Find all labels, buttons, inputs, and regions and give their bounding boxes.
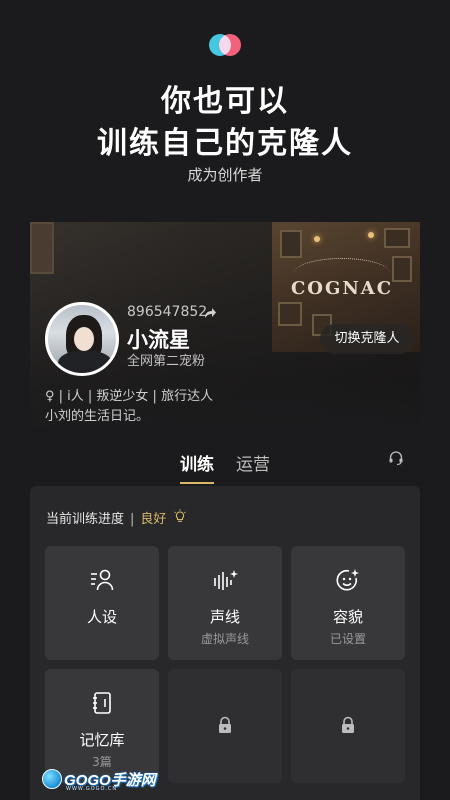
tile-label: 容貌 bbox=[332, 608, 363, 626]
share-icon[interactable] bbox=[203, 306, 217, 320]
hero-title-line2: 训练自己的克隆人 bbox=[97, 126, 353, 161]
poster-brand-text: COGNAC bbox=[290, 278, 394, 299]
lock-icon bbox=[219, 716, 231, 733]
profile-rank: 全网第二宠粉 bbox=[127, 354, 206, 369]
hero-subtitle[interactable]: 成为创作者 bbox=[0, 164, 450, 185]
tile-memory[interactable]: 记忆库 3篇 bbox=[45, 669, 159, 783]
persona-icon bbox=[91, 569, 114, 591]
hero-title-line1: 你也可以 bbox=[161, 84, 289, 119]
progress-separator: | bbox=[130, 512, 135, 527]
switch-clone-button[interactable]: 切换克隆人 bbox=[320, 324, 414, 354]
user-id: 896547852 bbox=[127, 304, 208, 320]
progress-label: 当前训练进度 bbox=[46, 512, 125, 527]
tile-persona[interactable]: 人设 bbox=[45, 546, 159, 660]
tile-label: 人设 bbox=[86, 608, 117, 626]
app-logo bbox=[209, 34, 241, 56]
background-window bbox=[30, 222, 54, 274]
tile-label: 声线 bbox=[209, 608, 240, 626]
avatar[interactable] bbox=[45, 302, 119, 376]
tile-appearance[interactable]: 容貌 已设置 bbox=[291, 546, 405, 660]
face-icon bbox=[336, 569, 359, 591]
watermark-url: WWW.GOGO.CN bbox=[66, 786, 118, 792]
tile-label: 记忆库 bbox=[79, 731, 125, 749]
customer-service-icon[interactable] bbox=[388, 450, 404, 466]
progress-value: 良好 bbox=[140, 512, 167, 527]
lock-icon bbox=[342, 716, 354, 733]
tile-status: 虚拟声线 bbox=[200, 632, 249, 646]
profile-bio: 小刘的生活日记。 bbox=[45, 409, 150, 424]
globe-icon bbox=[42, 769, 62, 789]
training-progress: 当前训练进度 | 良好 bbox=[46, 508, 166, 527]
tile-locked[interactable] bbox=[291, 669, 405, 783]
lightbulb-icon bbox=[174, 509, 186, 522]
voice-wave-icon bbox=[214, 570, 238, 590]
tab-training[interactable]: 训练 bbox=[180, 450, 214, 475]
tile-status: 已设置 bbox=[329, 632, 366, 646]
watermark-logo: GOGO手游网 WWW.GOGO.CN bbox=[42, 767, 156, 792]
tab-operation[interactable]: 运营 bbox=[236, 450, 270, 475]
notebook-icon bbox=[93, 692, 111, 714]
tile-voice[interactable]: 声线 虚拟声线 bbox=[168, 546, 282, 660]
active-tab-indicator bbox=[180, 482, 214, 484]
profile-tags: ♀ | i人 | 叛逆少女 | 旅行达人 bbox=[45, 389, 214, 404]
tile-locked[interactable] bbox=[168, 669, 282, 783]
